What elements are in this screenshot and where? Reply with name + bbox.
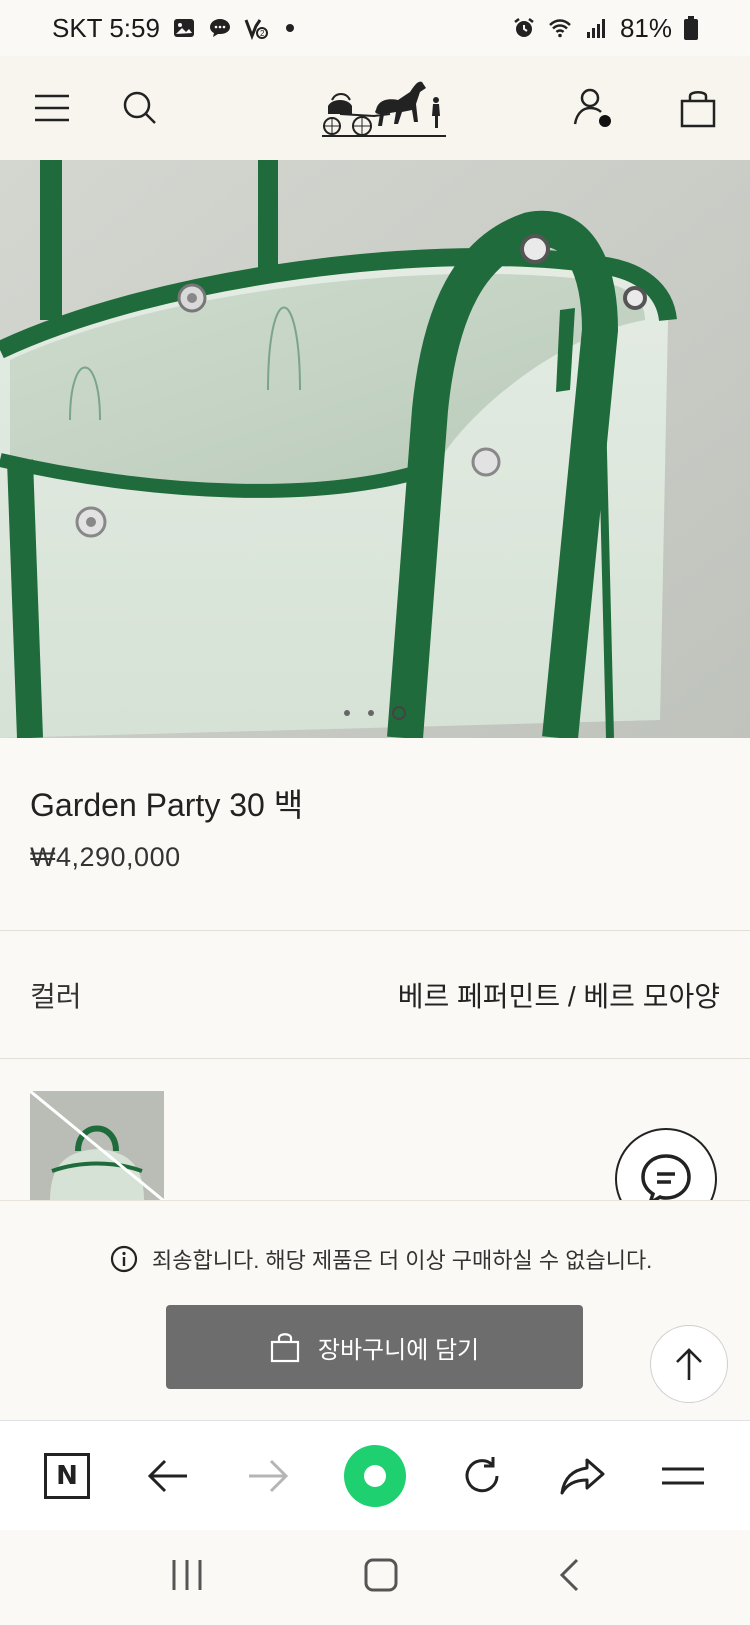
swatch-thumbnail (30, 1091, 164, 1201)
naver-n-icon: N (44, 1452, 90, 1499)
svg-text:2: 2 (260, 29, 265, 38)
add-to-cart-button[interactable]: 장바구니에 담기 (166, 1305, 583, 1389)
chevron-left-icon (559, 1558, 579, 1592)
carrier-time: SKT 5:59 (52, 12, 160, 43)
back-arrow-icon (147, 1459, 187, 1492)
share-button[interactable] (557, 1451, 607, 1501)
notice-text: 죄송합니다. 해당 제품은 더 이상 구매하실 수 없습니다. (152, 1248, 653, 1273)
carousel-dot[interactable] (368, 710, 374, 716)
green-dot-button[interactable] (343, 1444, 406, 1507)
forward-button[interactable] (243, 1451, 293, 1501)
hamburger-icon (35, 94, 69, 122)
system-navigation-bar (0, 1530, 750, 1625)
product-image (0, 160, 750, 738)
forward-arrow-icon (249, 1459, 289, 1492)
gallery-icon (173, 19, 194, 37)
search-icon (123, 91, 156, 124)
back-button[interactable] (143, 1451, 193, 1501)
refresh-icon (465, 1456, 499, 1492)
refresh-button[interactable] (457, 1451, 507, 1501)
battery-percent: 81% (619, 12, 672, 43)
system-back-button[interactable] (557, 1557, 581, 1598)
carousel-indicator (344, 706, 406, 720)
shopping-bag-button[interactable] (676, 86, 720, 130)
menu-icon (661, 1467, 704, 1484)
site-header (0, 56, 750, 160)
carousel-dot-active[interactable] (392, 706, 406, 720)
status-bar: SKT 5:59 2 81% (0, 0, 750, 56)
carousel-dot[interactable] (344, 710, 350, 716)
browser-toolbar: N (0, 1420, 750, 1530)
divider (0, 1058, 750, 1059)
wifi-icon (549, 19, 571, 38)
recent-apps-button[interactable] (169, 1558, 205, 1597)
hamburger-menu-button[interactable] (30, 86, 74, 130)
notification-dot (285, 24, 294, 32)
battery-icon (684, 16, 698, 40)
product-price: ₩4,290,000 (30, 842, 181, 872)
green-dot-center (363, 1464, 386, 1487)
scroll-to-top-button[interactable] (650, 1325, 728, 1403)
home-icon (364, 1558, 398, 1592)
info-icon (110, 1245, 138, 1273)
brand-logo[interactable] (318, 70, 448, 140)
color-value: 베르 페퍼민트 / 베르 모아양 (397, 981, 720, 1012)
color-row[interactable]: 컬러 베르 페퍼민트 / 베르 모아양 (30, 930, 720, 1060)
alarm-icon (514, 18, 534, 37)
app-badge-icon: 2 (244, 19, 268, 40)
home-button[interactable] (363, 1557, 399, 1598)
signal-icon (586, 19, 605, 38)
color-swatch-unavailable[interactable] (30, 1091, 164, 1201)
chat-bubble-icon (209, 19, 230, 37)
user-icon (573, 88, 611, 127)
naver-home-button[interactable]: N (42, 1451, 92, 1501)
purchase-panel: 죄송합니다. 해당 제품은 더 이상 구매하실 수 없습니다. 장바구니에 담기 (0, 1200, 750, 1420)
shopping-bag-icon (270, 1333, 299, 1363)
unavailable-notice: 죄송합니다. 해당 제품은 더 이상 구매하실 수 없습니다. (110, 1243, 652, 1275)
product-title: Garden Party 30 백 (30, 787, 304, 823)
search-button[interactable] (118, 86, 162, 130)
add-to-cart-label: 장바구니에 담기 (317, 1336, 480, 1364)
recent-apps-icon (172, 1560, 202, 1590)
color-label: 컬러 (30, 981, 82, 1012)
share-icon (560, 1458, 605, 1494)
browser-menu-button[interactable] (658, 1451, 708, 1501)
arrow-up-icon (676, 1348, 702, 1380)
shopping-bag-icon (680, 91, 716, 128)
account-button[interactable] (572, 86, 616, 130)
chat-icon (641, 1154, 691, 1207)
product-image-carousel[interactable] (0, 160, 750, 738)
